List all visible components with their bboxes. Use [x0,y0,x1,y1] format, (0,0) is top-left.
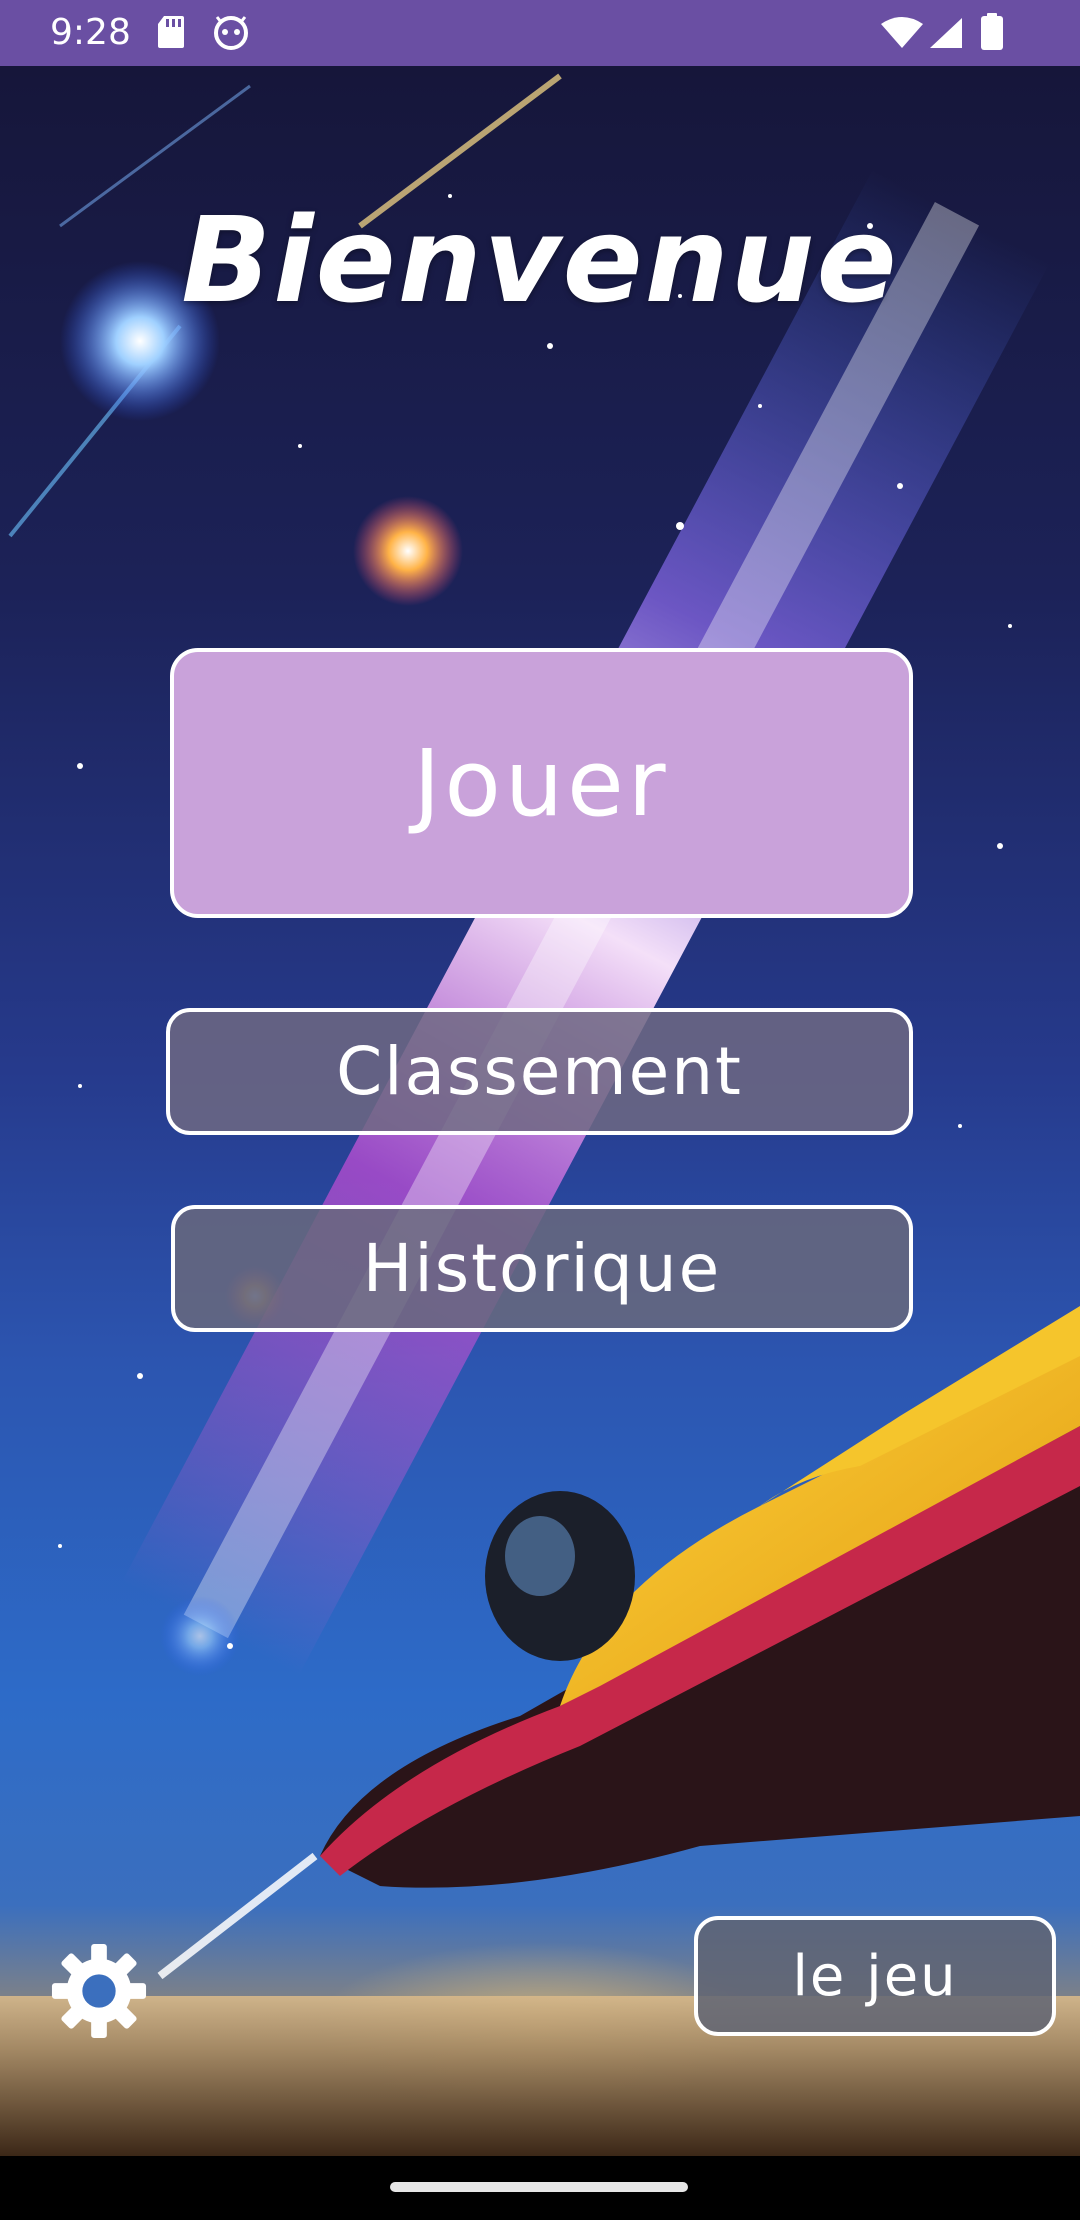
navigation-bar [0,2156,1080,2220]
ranking-button[interactable]: Classement [166,1008,913,1135]
app-screen: 9:28 Bienvenue Jouer Classement Historiq… [0,0,1080,2220]
history-button-label: Historique [362,1230,722,1307]
about-game-button[interactable]: le jeu [694,1916,1056,2036]
ranking-button-label: Classement [336,1033,743,1110]
status-bar: 9:28 [0,0,1080,66]
wifi-icon [880,16,924,54]
history-button[interactable]: Historique [171,1205,913,1332]
sd-card-icon [156,14,186,54]
settings-button[interactable] [50,1942,148,2040]
signal-icon [928,16,964,54]
play-button-label: Jouer [413,729,670,837]
battery-icon [980,13,1004,55]
gear-icon [51,1943,147,2039]
android-debug-icon [212,14,250,54]
home-gesture-handle[interactable] [390,2182,688,2192]
play-button[interactable]: Jouer [170,648,913,918]
status-time: 9:28 [50,12,131,53]
welcome-title: Bienvenue [181,191,899,329]
about-game-button-label: le jeu [792,1943,958,2009]
